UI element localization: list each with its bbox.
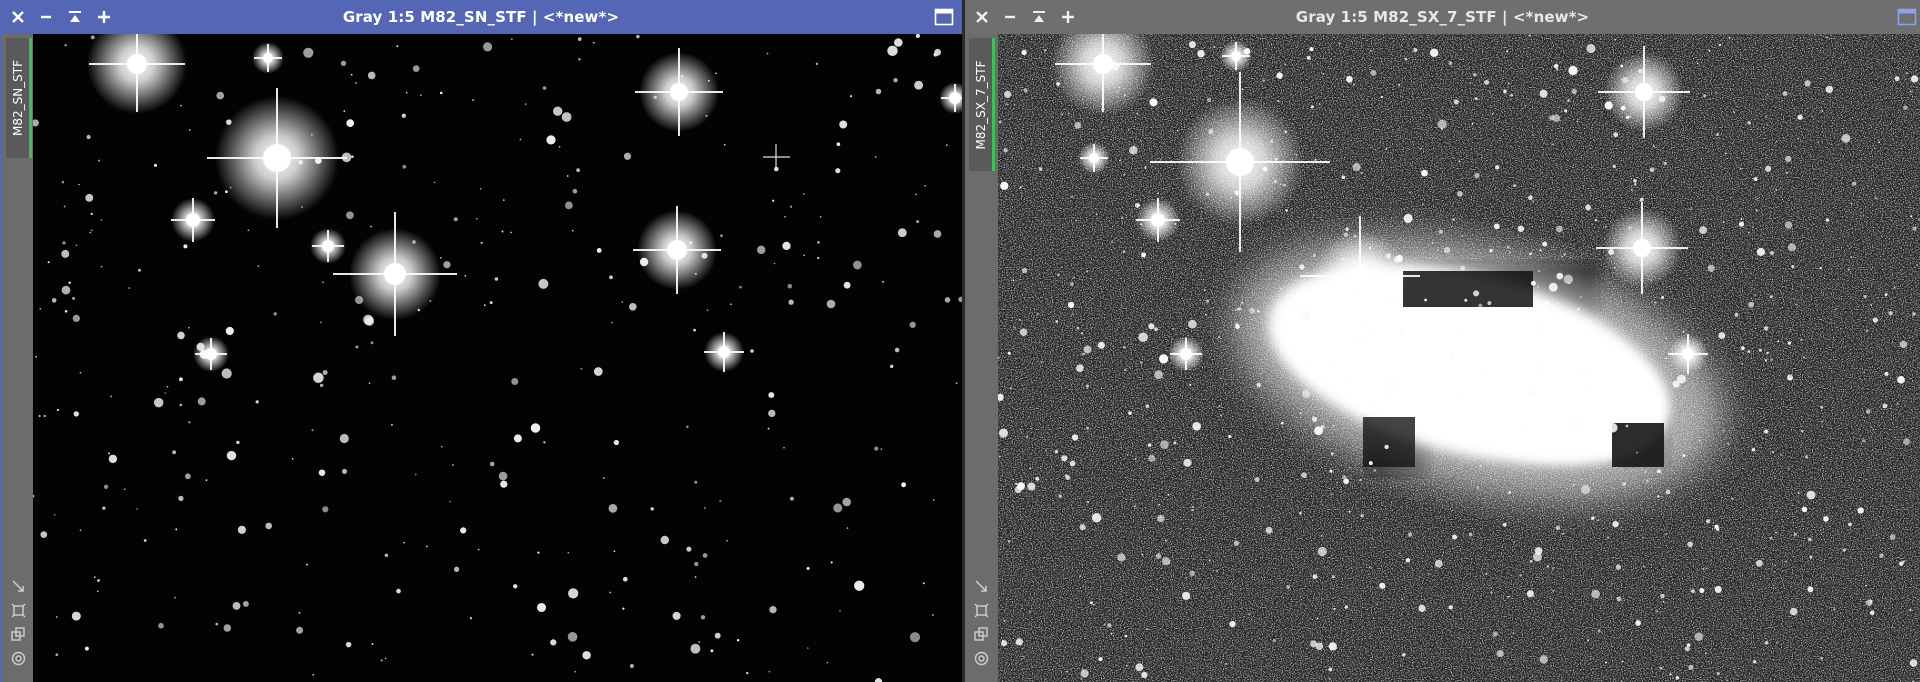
maximize-icon xyxy=(1897,8,1917,26)
view-tab[interactable]: M82_SN_STF xyxy=(6,38,32,158)
titlebar[interactable]: Gray 1:5 M82_SX_7_STF | <*new*> xyxy=(965,0,1920,34)
crosshair-cursor xyxy=(763,144,790,170)
view-sidebar: M82_SX_7_STF xyxy=(965,34,998,682)
view-tab[interactable]: M82_SX_7_STF xyxy=(969,38,995,171)
clone-icon[interactable] xyxy=(10,626,27,643)
window-title: Gray 1:5 M82_SN_STF | <*new*> xyxy=(342,8,620,26)
maximize-button[interactable] xyxy=(934,8,954,26)
clone-icon[interactable] xyxy=(973,626,990,643)
image-canvas[interactable] xyxy=(998,34,1920,682)
zoom-window-icon[interactable] xyxy=(973,602,990,619)
image-canvas[interactable] xyxy=(33,34,962,682)
target-icon[interactable] xyxy=(10,650,27,667)
image-window-m82-sn-stf[interactable]: Gray 1:5 M82_SN_STF | <*new*> M82_SN_STF xyxy=(0,0,962,682)
target-icon[interactable] xyxy=(973,650,990,667)
maximize-button[interactable] xyxy=(1897,8,1917,26)
starfield-image xyxy=(33,34,962,682)
zoom-window-icon[interactable] xyxy=(10,602,27,619)
titlebar[interactable]: Gray 1:5 M82_SN_STF | <*new*> xyxy=(0,0,962,34)
galaxy-image xyxy=(998,34,1920,682)
view-tab-label: M82_SX_7_STF xyxy=(973,60,988,149)
fit-view-icon[interactable] xyxy=(10,578,27,595)
window-title: Gray 1:5 M82_SX_7_STF | <*new*> xyxy=(1295,8,1590,26)
fit-view-icon[interactable] xyxy=(973,578,990,595)
view-sidebar: M82_SN_STF xyxy=(0,34,33,682)
view-tab-label: M82_SN_STF xyxy=(10,59,25,137)
image-window-m82-sx-7-stf[interactable]: Gray 1:5 M82_SX_7_STF | <*new*> M82_SX_7… xyxy=(965,0,1920,682)
maximize-icon xyxy=(934,8,954,26)
